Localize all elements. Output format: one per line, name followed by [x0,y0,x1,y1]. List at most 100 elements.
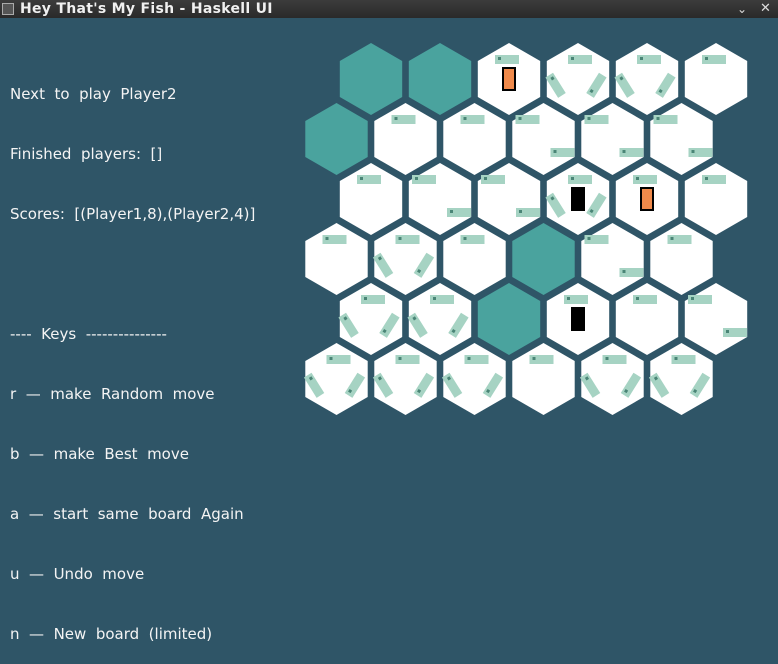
fish-eye [670,237,674,240]
ice-tile[interactable] [339,163,403,235]
fish-eye [498,57,501,60]
penguin-player2[interactable] [571,187,585,211]
penguin-player2[interactable] [571,307,585,331]
key-new: n — New board (limited) [10,625,213,643]
hex-tile-r2-c3[interactable] [545,163,610,235]
hex-tile-r2-c4[interactable] [615,163,679,235]
hex-tile-r5-c1[interactable] [372,343,437,415]
hex-tile-r3-c5[interactable] [650,223,713,295]
ice-tile[interactable] [512,343,575,415]
empty-tile[interactable] [408,43,472,115]
hex-tile-r4-c1[interactable] [407,283,472,355]
hex-tile-r0-c1[interactable] [408,43,472,115]
fish-eye [553,150,557,153]
key-undo: u — Undo move [10,565,145,583]
fish-eye [463,237,467,240]
fish-eye [636,297,639,300]
empty-tile[interactable] [512,223,575,295]
hex-tile-r4-c0[interactable] [338,283,403,355]
hex-tile-r4-c3[interactable] [546,283,610,355]
hex-tile-r1-c2[interactable] [443,103,506,175]
fish-eye [640,57,643,60]
hex-tile-r4-c2[interactable] [477,283,541,355]
fish-eye [674,357,678,360]
hex-tile-r0-c2[interactable] [477,43,541,115]
hex-tile-r2-c2[interactable] [477,163,541,235]
fish-eye [656,117,660,120]
hex-tile-r2-c5[interactable] [684,163,748,235]
hex-tile-r0-c4[interactable] [614,43,679,115]
fish-eye [605,357,609,360]
fish-eye [636,177,639,180]
fish-eye [394,117,398,120]
empty-tile[interactable] [339,43,403,115]
fish-eye [364,297,367,300]
fish-eye [415,177,418,180]
hex-tile-r0-c5[interactable] [684,43,748,115]
fish-eye [622,270,626,273]
hex-tile-r5-c2[interactable] [441,343,506,415]
hex-tile-r3-c4[interactable] [581,223,644,295]
fish-eye [571,177,574,180]
ice-tile[interactable] [512,103,575,175]
ice-tile[interactable] [443,223,506,295]
fish-eye [518,117,522,120]
hex-tile-r1-c4[interactable] [581,103,644,175]
fish-eye [705,57,708,60]
hex-tile-r0-c0[interactable] [339,43,403,115]
ice-tile[interactable] [684,43,748,115]
hex-tile-r4-c5[interactable] [684,283,748,355]
fish-eye [726,330,729,333]
ice-tile[interactable] [374,103,437,175]
hex-tile-r3-c3[interactable] [512,223,575,295]
fish-eye [532,357,536,360]
fish-eye [450,210,453,213]
ice-tile[interactable] [581,223,644,295]
fish-eye [691,150,695,153]
hex-tile-r2-c1[interactable] [408,163,472,235]
hex-tile-r1-c0[interactable] [305,103,368,175]
fish-eye [463,117,467,120]
ice-tile[interactable] [615,283,679,355]
fish-eye [519,210,522,213]
hex-tile-r5-c3[interactable] [512,343,575,415]
fish-eye [398,237,402,240]
ice-tile[interactable] [650,103,713,175]
ice-tile[interactable] [305,223,368,295]
fish-eye [691,297,694,300]
hex-tile-r5-c0[interactable] [303,343,368,415]
ice-tile[interactable] [477,163,541,235]
ice-tile[interactable] [581,103,644,175]
hex-tile-r3-c0[interactable] [305,223,368,295]
fish-eye [567,297,570,300]
fish-eye [360,177,363,180]
hex-tile-r3-c2[interactable] [443,223,506,295]
ice-tile[interactable] [408,163,472,235]
empty-tile[interactable] [305,103,368,175]
hex-tile-r3-c1[interactable] [372,223,437,295]
fish-eye [398,357,402,360]
fish-eye [622,150,626,153]
hex-tile-r1-c3[interactable] [512,103,575,175]
fish-eye [587,117,591,120]
fish-eye [484,177,487,180]
game-board[interactable] [0,0,778,483]
hex-tile-r0-c3[interactable] [545,43,610,115]
hex-tile-r5-c4[interactable] [579,343,644,415]
hex-tile-r5-c5[interactable] [648,343,713,415]
hex-tile-r2-c0[interactable] [339,163,403,235]
hex-tile-r1-c1[interactable] [374,103,437,175]
fish-eye [467,357,471,360]
hex-tile-r4-c4[interactable] [615,283,679,355]
ice-tile[interactable] [650,223,713,295]
ice-tile[interactable] [684,163,748,235]
fish-eye [705,177,708,180]
ice-tile[interactable] [443,103,506,175]
ice-tile[interactable] [684,283,748,355]
penguin-player1[interactable] [640,187,654,211]
hex-tile-r1-c5[interactable] [650,103,713,175]
penguin-player1[interactable] [502,67,516,91]
fish-eye [433,297,436,300]
fish-eye [587,237,591,240]
empty-tile[interactable] [477,283,541,355]
